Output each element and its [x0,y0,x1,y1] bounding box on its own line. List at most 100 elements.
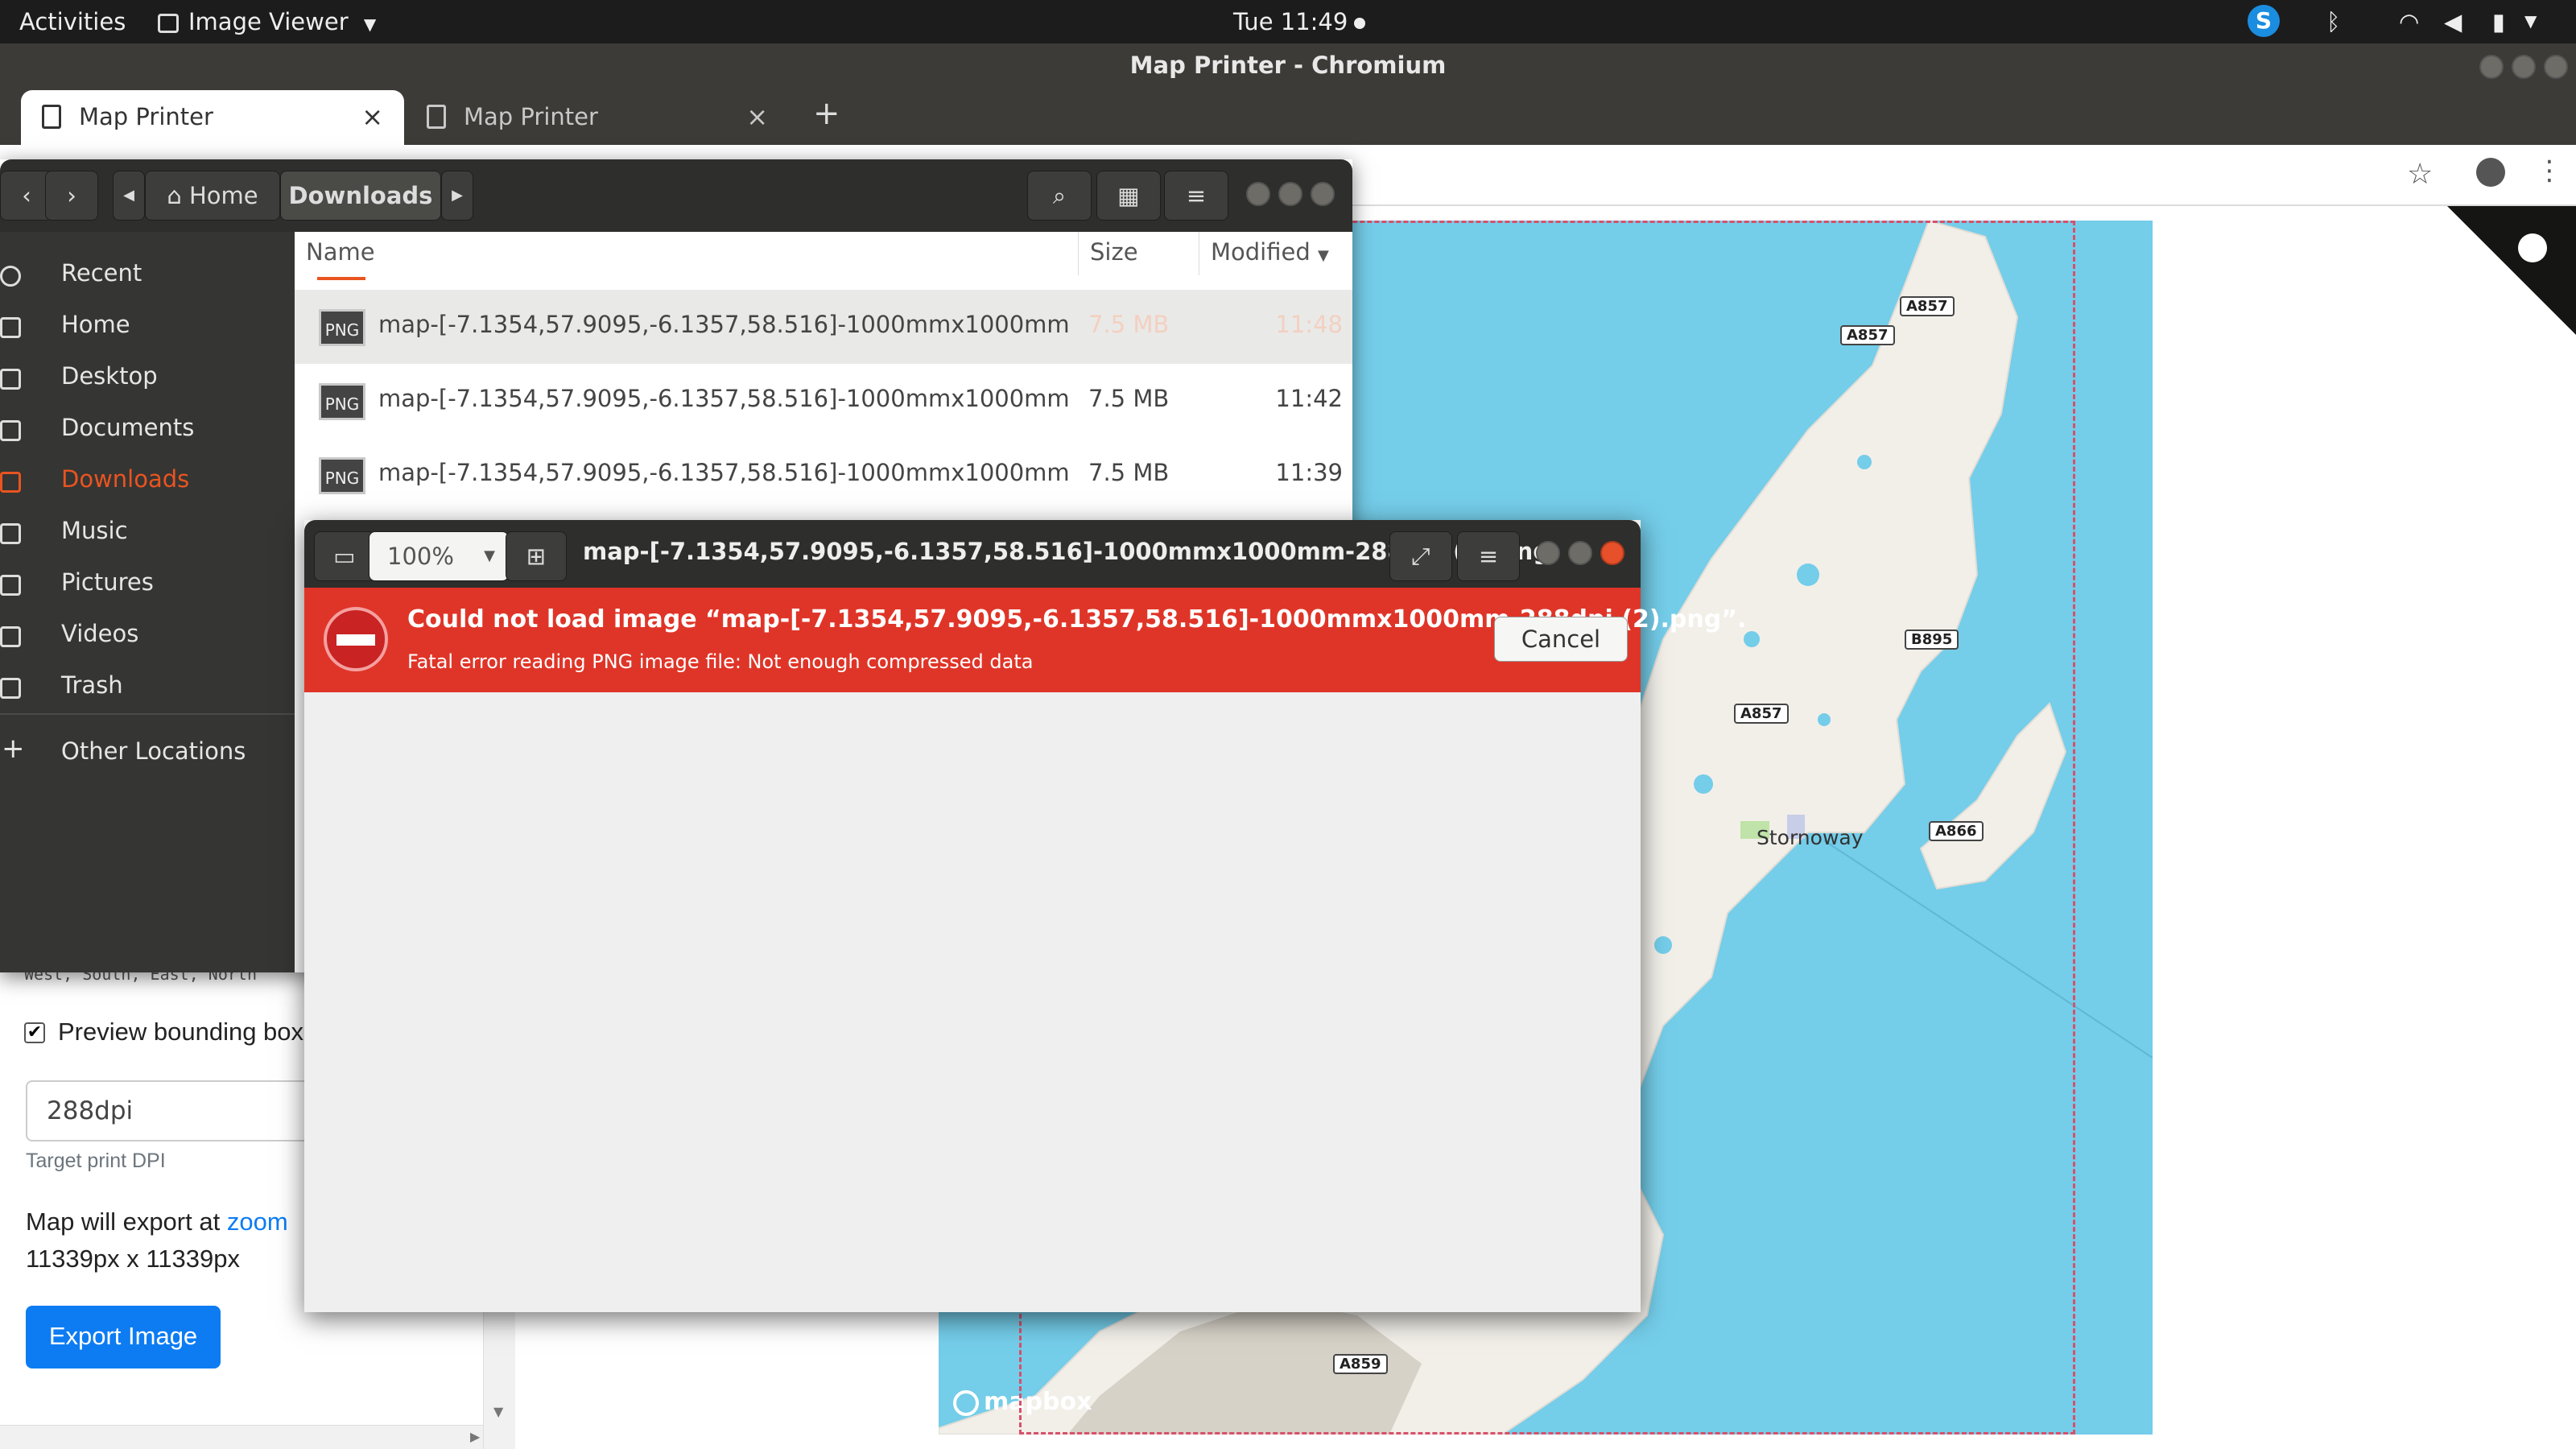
tab-map-printer-active[interactable]: Map Printer × [21,90,404,145]
sidebar-item-other-locations[interactable]: + Other Locations [0,728,295,778]
search-button[interactable]: ⌕ [1027,171,1092,221]
error-icon [324,607,388,671]
volume-icon[interactable]: ◀ [2444,8,2462,35]
viewer-headerbar: ▭ 100% ▼ ⊞ map-[-7.1354,57.9095,-6.1357,5… [304,520,1641,588]
preview-bbox-checkbox[interactable]: ✔ [24,1022,45,1043]
forward-button[interactable]: › [45,171,98,221]
hamburger-icon: ≡ [1478,543,1499,570]
sidebar-item-videos[interactable]: Videos [0,610,295,660]
dpi-help-text: Target print DPI [26,1150,166,1172]
viewer-minimize-button[interactable] [1536,541,1560,565]
fullscreen-button[interactable]: ⤢ [1389,531,1452,581]
minimize-button[interactable] [2479,55,2504,79]
search-icon: ⌕ [1052,182,1067,209]
files-maximize-button[interactable] [1278,182,1302,206]
file-row[interactable]: PNG map-[-7.1354,57.9095,-6.1357,58.516]… [295,364,1352,438]
video-icon [0,626,21,647]
column-name[interactable]: Name [295,232,1079,275]
breadcrumb-home[interactable]: ⌂ Home [145,171,280,221]
horizontal-scrollbar[interactable]: ▶ [0,1425,483,1449]
mapbox-logo-icon [953,1389,979,1416]
activities-button[interactable]: Activities [19,8,126,35]
column-modified[interactable]: Modified ▼ [1199,232,1352,275]
sort-indicator [317,277,365,280]
tab-map-printer[interactable]: Map Printer × [406,90,789,145]
breadcrumb-downloads[interactable]: Downloads [280,171,441,221]
files-headerbar: ‹ › ◀ ⌂ Home Downloads ▶ ⌕ ▦ ≡ [0,159,1352,232]
folder-icon [0,369,21,390]
sidebar-item-downloads[interactable]: Downloads [0,456,295,506]
sidebar-item-home[interactable]: Home [0,301,295,351]
sidebar-item-pictures[interactable]: Pictures [0,559,295,609]
png-file-icon: PNG [319,383,365,420]
clock[interactable]: Tue 11:49 [1233,8,1366,35]
close-button[interactable] [2544,55,2568,79]
chevron-down-icon: ▼ [363,14,377,34]
menu-button[interactable]: ≡ [1164,171,1228,221]
dpi-input[interactable]: 288dpi [26,1080,332,1141]
viewer-menu-button[interactable]: ≡ [1457,531,1520,581]
window-title: Map Printer - Chromium [1129,52,1447,79]
png-file-icon: PNG [319,457,365,494]
battery-icon[interactable]: ▮ [2492,8,2505,35]
sidebar-item-trash[interactable]: Trash [0,662,295,712]
maximize-button[interactable] [2512,55,2536,79]
hamburger-icon: ≡ [1186,182,1207,209]
top-bar: Activities Image Viewer ▼ Tue 11:49 S ᛒ … [0,0,2576,43]
path-scroll-left[interactable]: ◀ [113,171,145,221]
sidebar-item-recent[interactable]: Recent [0,250,295,299]
system-menu-chevron-icon[interactable]: ▼ [2524,11,2537,31]
plus-icon: ⊞ [526,543,547,570]
view-toggle-button[interactable]: ▦ [1096,171,1161,221]
chevron-right-icon: › [67,182,76,209]
close-tab-icon[interactable]: × [361,101,383,132]
sidebar-item-desktop[interactable]: Desktop [0,353,295,402]
error-infobar: Could not load image “map-[-7.1354,57.90… [304,588,1746,692]
zoom-link[interactable]: zoom [227,1208,288,1236]
file-row[interactable]: PNG map-[-7.1354,57.9095,-6.1357,58.516]… [295,290,1352,364]
sort-down-icon: ▼ [1317,247,1329,264]
column-size[interactable]: Size [1079,232,1199,275]
zoom-out-button[interactable]: ▭ [314,531,375,581]
zoom-in-button[interactable]: ⊞ [506,531,567,581]
sidebar-divider [0,713,295,715]
files-minimize-button[interactable] [1246,182,1270,206]
scroll-down-icon[interactable]: ▼ [493,1404,503,1419]
image-viewer-window: ▭ 100% ▼ ⊞ map-[-7.1354,57.9095,-6.1357,5… [304,520,1746,1312]
notification-dot [1354,18,1366,29]
bookmark-star-icon[interactable]: ☆ [2407,158,2433,191]
wifi-icon[interactable]: ◠ [2399,8,2419,35]
file-row[interactable]: PNG map-[-7.1354,57.9095,-6.1357,58.516]… [295,438,1352,512]
sidebar-item-documents[interactable]: Documents [0,404,295,454]
app-menu[interactable]: Image Viewer ▼ [158,8,376,35]
fullscreen-icon: ⤢ [1411,543,1430,570]
export-image-button[interactable]: Export Image [26,1306,221,1368]
document-icon [42,105,61,129]
scroll-right-icon[interactable]: ▶ [470,1429,480,1444]
profile-icon[interactable] [2476,158,2505,187]
error-detail: Fatal error reading PNG image file: Not … [407,650,1034,673]
chevron-down-icon: ▼ [484,547,495,564]
sidebar-item-music[interactable]: Music [0,507,295,557]
viewer-maximize-button[interactable] [1568,541,1592,565]
cancel-button[interactable]: Cancel [1494,617,1628,662]
new-tab-button[interactable]: + [813,95,840,132]
path-scroll-right[interactable]: ▶ [441,171,473,221]
files-close-button[interactable] [1311,182,1335,206]
viewer-close-button[interactable] [1600,541,1624,565]
camera-icon [0,575,21,596]
bluetooth-icon[interactable]: ᛒ [2326,8,2340,35]
zoom-select[interactable]: 100% ▼ [369,531,509,581]
close-tab-icon[interactable]: × [746,101,768,132]
menu-dots-icon[interactable]: ⋮ [2536,155,2563,187]
chevron-left-icon: ‹ [22,182,31,209]
document-icon [0,420,21,441]
skype-icon[interactable]: S [2248,5,2280,37]
plus-icon: + [2,733,25,765]
export-size: 11339px x 11339px [26,1245,241,1273]
image-viewer-icon [158,14,179,33]
github-corner-icon[interactable] [2447,206,2576,335]
home-icon: ⌂ [167,182,182,209]
export-info: Map will export at zoom [26,1208,288,1236]
clock-icon [0,266,21,287]
